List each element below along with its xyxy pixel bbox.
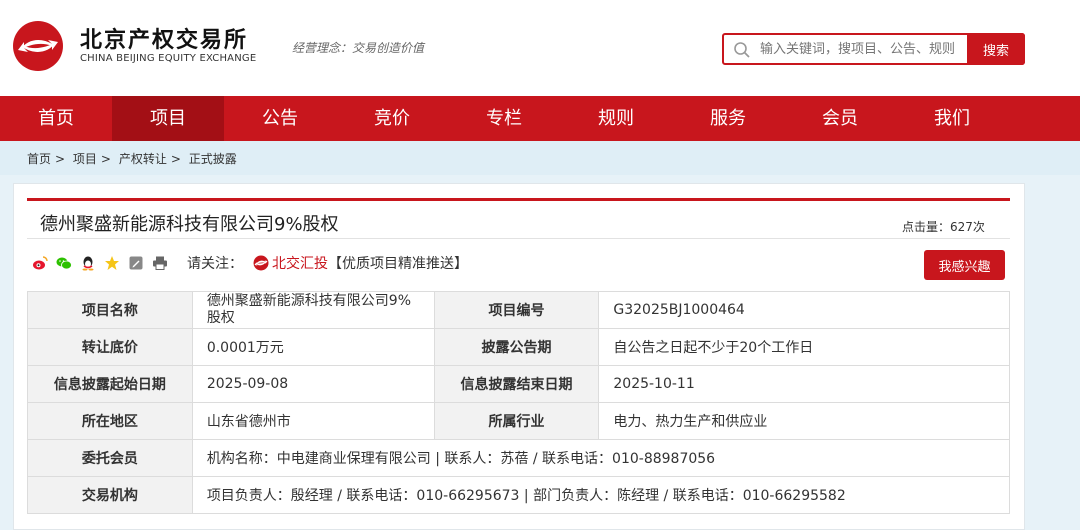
field-value: 项目负责人：殷经理 / 联系电话：010-66295673 | 部门负责人：陈经… bbox=[191, 476, 1011, 514]
breadcrumb-separator: > bbox=[170, 152, 181, 166]
brand-name-en: CHINA BEIJING EQUITY EXCHANGE bbox=[80, 53, 257, 64]
field-label: 披露公告期 bbox=[433, 328, 600, 366]
field-value: G32025BJ1000464 bbox=[598, 291, 1010, 329]
print-icon[interactable] bbox=[152, 255, 168, 271]
table-row: 信息披露起始日期 2025-09-08 信息披露结束日期 2025-10-11 bbox=[27, 365, 1010, 403]
nav-item-members[interactable]: 会员 bbox=[784, 96, 896, 141]
title-divider bbox=[27, 238, 1010, 239]
click-count: 点击量：627次 bbox=[902, 220, 985, 234]
nav-item-home[interactable]: 首页 bbox=[0, 96, 112, 141]
nav-item-about[interactable]: 我们 bbox=[896, 96, 1008, 141]
table-row: 所在地区 山东省德州市 所属行业 电力、热力生产和供应业 bbox=[27, 402, 1010, 440]
search-icon bbox=[734, 42, 750, 58]
follow-label: 请关注： bbox=[187, 256, 243, 272]
wechat-icon[interactable] bbox=[56, 255, 72, 271]
field-value: 山东省德州市 bbox=[191, 402, 435, 440]
field-value: 0.0001万元 bbox=[191, 328, 435, 366]
breadcrumb: 首页 > 项目 > 产权转让 > 正式披露 bbox=[27, 150, 241, 167]
field-value: 机构名称：中电建商业保理有限公司 | 联系人：苏蓓 / 联系电话：010-889… bbox=[191, 439, 1011, 477]
nav-item-rules[interactable]: 规则 bbox=[560, 96, 672, 141]
search-input[interactable] bbox=[760, 35, 956, 63]
field-label: 所在地区 bbox=[27, 402, 193, 440]
project-title: 德州聚盛新能源科技有限公司9%股权 bbox=[40, 214, 339, 235]
breadcrumb-equity-transfer[interactable]: 产权转让 bbox=[119, 152, 167, 166]
search-button[interactable]: 搜索 bbox=[967, 33, 1025, 65]
table-row: 转让底价 0.0001万元 披露公告期 自公告之日起不少于20个工作日 bbox=[27, 328, 1010, 366]
search-box: 搜索 bbox=[722, 33, 1025, 65]
edit-icon[interactable] bbox=[128, 255, 144, 271]
table-row: 交易机构 项目负责人：殷经理 / 联系电话：010-66295673 | 部门负… bbox=[27, 476, 1011, 514]
interest-button[interactable]: 我感兴趣 bbox=[924, 250, 1005, 280]
field-label: 项目名称 bbox=[27, 291, 193, 329]
qq-icon[interactable] bbox=[80, 255, 96, 271]
site-header: 北京产权交易所 CHINA BEIJING EQUITY EXCHANGE 经营… bbox=[0, 0, 1080, 96]
field-label: 项目编号 bbox=[433, 291, 600, 329]
share-bar bbox=[32, 255, 168, 271]
slogan: 经营理念：交易创造价值 bbox=[292, 41, 425, 55]
field-value: 电力、热力生产和供应业 bbox=[598, 402, 1010, 440]
table-row: 委托会员 机构名称：中电建商业保理有限公司 | 联系人：苏蓓 / 联系电话：01… bbox=[27, 439, 1011, 477]
cbex-logo-icon[interactable] bbox=[12, 20, 64, 72]
breadcrumb-bar: 首页 > 项目 > 产权转让 > 正式披露 bbox=[0, 141, 1080, 175]
title-accent-line bbox=[27, 198, 1010, 201]
nav-item-announcements[interactable]: 公告 bbox=[224, 96, 336, 141]
field-label: 转让底价 bbox=[27, 328, 193, 366]
field-value: 德州聚盛新能源科技有限公司9%股权 bbox=[191, 291, 435, 329]
main-nav: 首页 项目 公告 竞价 专栏 规则 服务 会员 我们 bbox=[0, 96, 1080, 141]
brand-name-cn[interactable]: 北京产权交易所 bbox=[80, 22, 248, 54]
follow-slogan: 【优质项目精准推送】 bbox=[328, 256, 468, 272]
nav-item-services[interactable]: 服务 bbox=[672, 96, 784, 141]
breadcrumb-projects[interactable]: 项目 bbox=[73, 152, 97, 166]
field-label: 委托会员 bbox=[27, 439, 193, 477]
nav-item-projects[interactable]: 项目 bbox=[112, 96, 224, 141]
field-value: 2025-10-11 bbox=[598, 365, 1010, 403]
field-value: 自公告之日起不少于20个工作日 bbox=[598, 328, 1010, 366]
nav-item-bidding[interactable]: 竞价 bbox=[336, 96, 448, 141]
breadcrumb-separator: > bbox=[55, 152, 66, 166]
field-value: 2025-09-08 bbox=[191, 365, 435, 403]
table-row: 项目名称 德州聚盛新能源科技有限公司9%股权 项目编号 G32025BJ1000… bbox=[27, 291, 1010, 329]
breadcrumb-home[interactable]: 首页 bbox=[27, 152, 51, 166]
field-label: 信息披露起始日期 bbox=[27, 365, 193, 403]
follow-name-link[interactable]: 北交汇投 bbox=[272, 253, 328, 273]
field-label: 信息披露结束日期 bbox=[433, 365, 600, 403]
project-info-table: 项目名称 德州聚盛新能源科技有限公司9%股权 项目编号 G32025BJ1000… bbox=[27, 291, 1011, 514]
breadcrumb-separator: > bbox=[100, 152, 111, 166]
breadcrumb-formal-disclosure[interactable]: 正式披露 bbox=[189, 152, 237, 166]
field-label: 交易机构 bbox=[27, 476, 193, 514]
star-icon[interactable] bbox=[104, 255, 120, 271]
bjhuitou-logo-icon[interactable] bbox=[253, 255, 269, 271]
follow-line: 请关注： 北交汇投 【优质项目精准推送】 bbox=[187, 253, 468, 273]
weibo-icon[interactable] bbox=[32, 255, 48, 271]
nav-item-columns[interactable]: 专栏 bbox=[448, 96, 560, 141]
field-label: 所属行业 bbox=[433, 402, 600, 440]
